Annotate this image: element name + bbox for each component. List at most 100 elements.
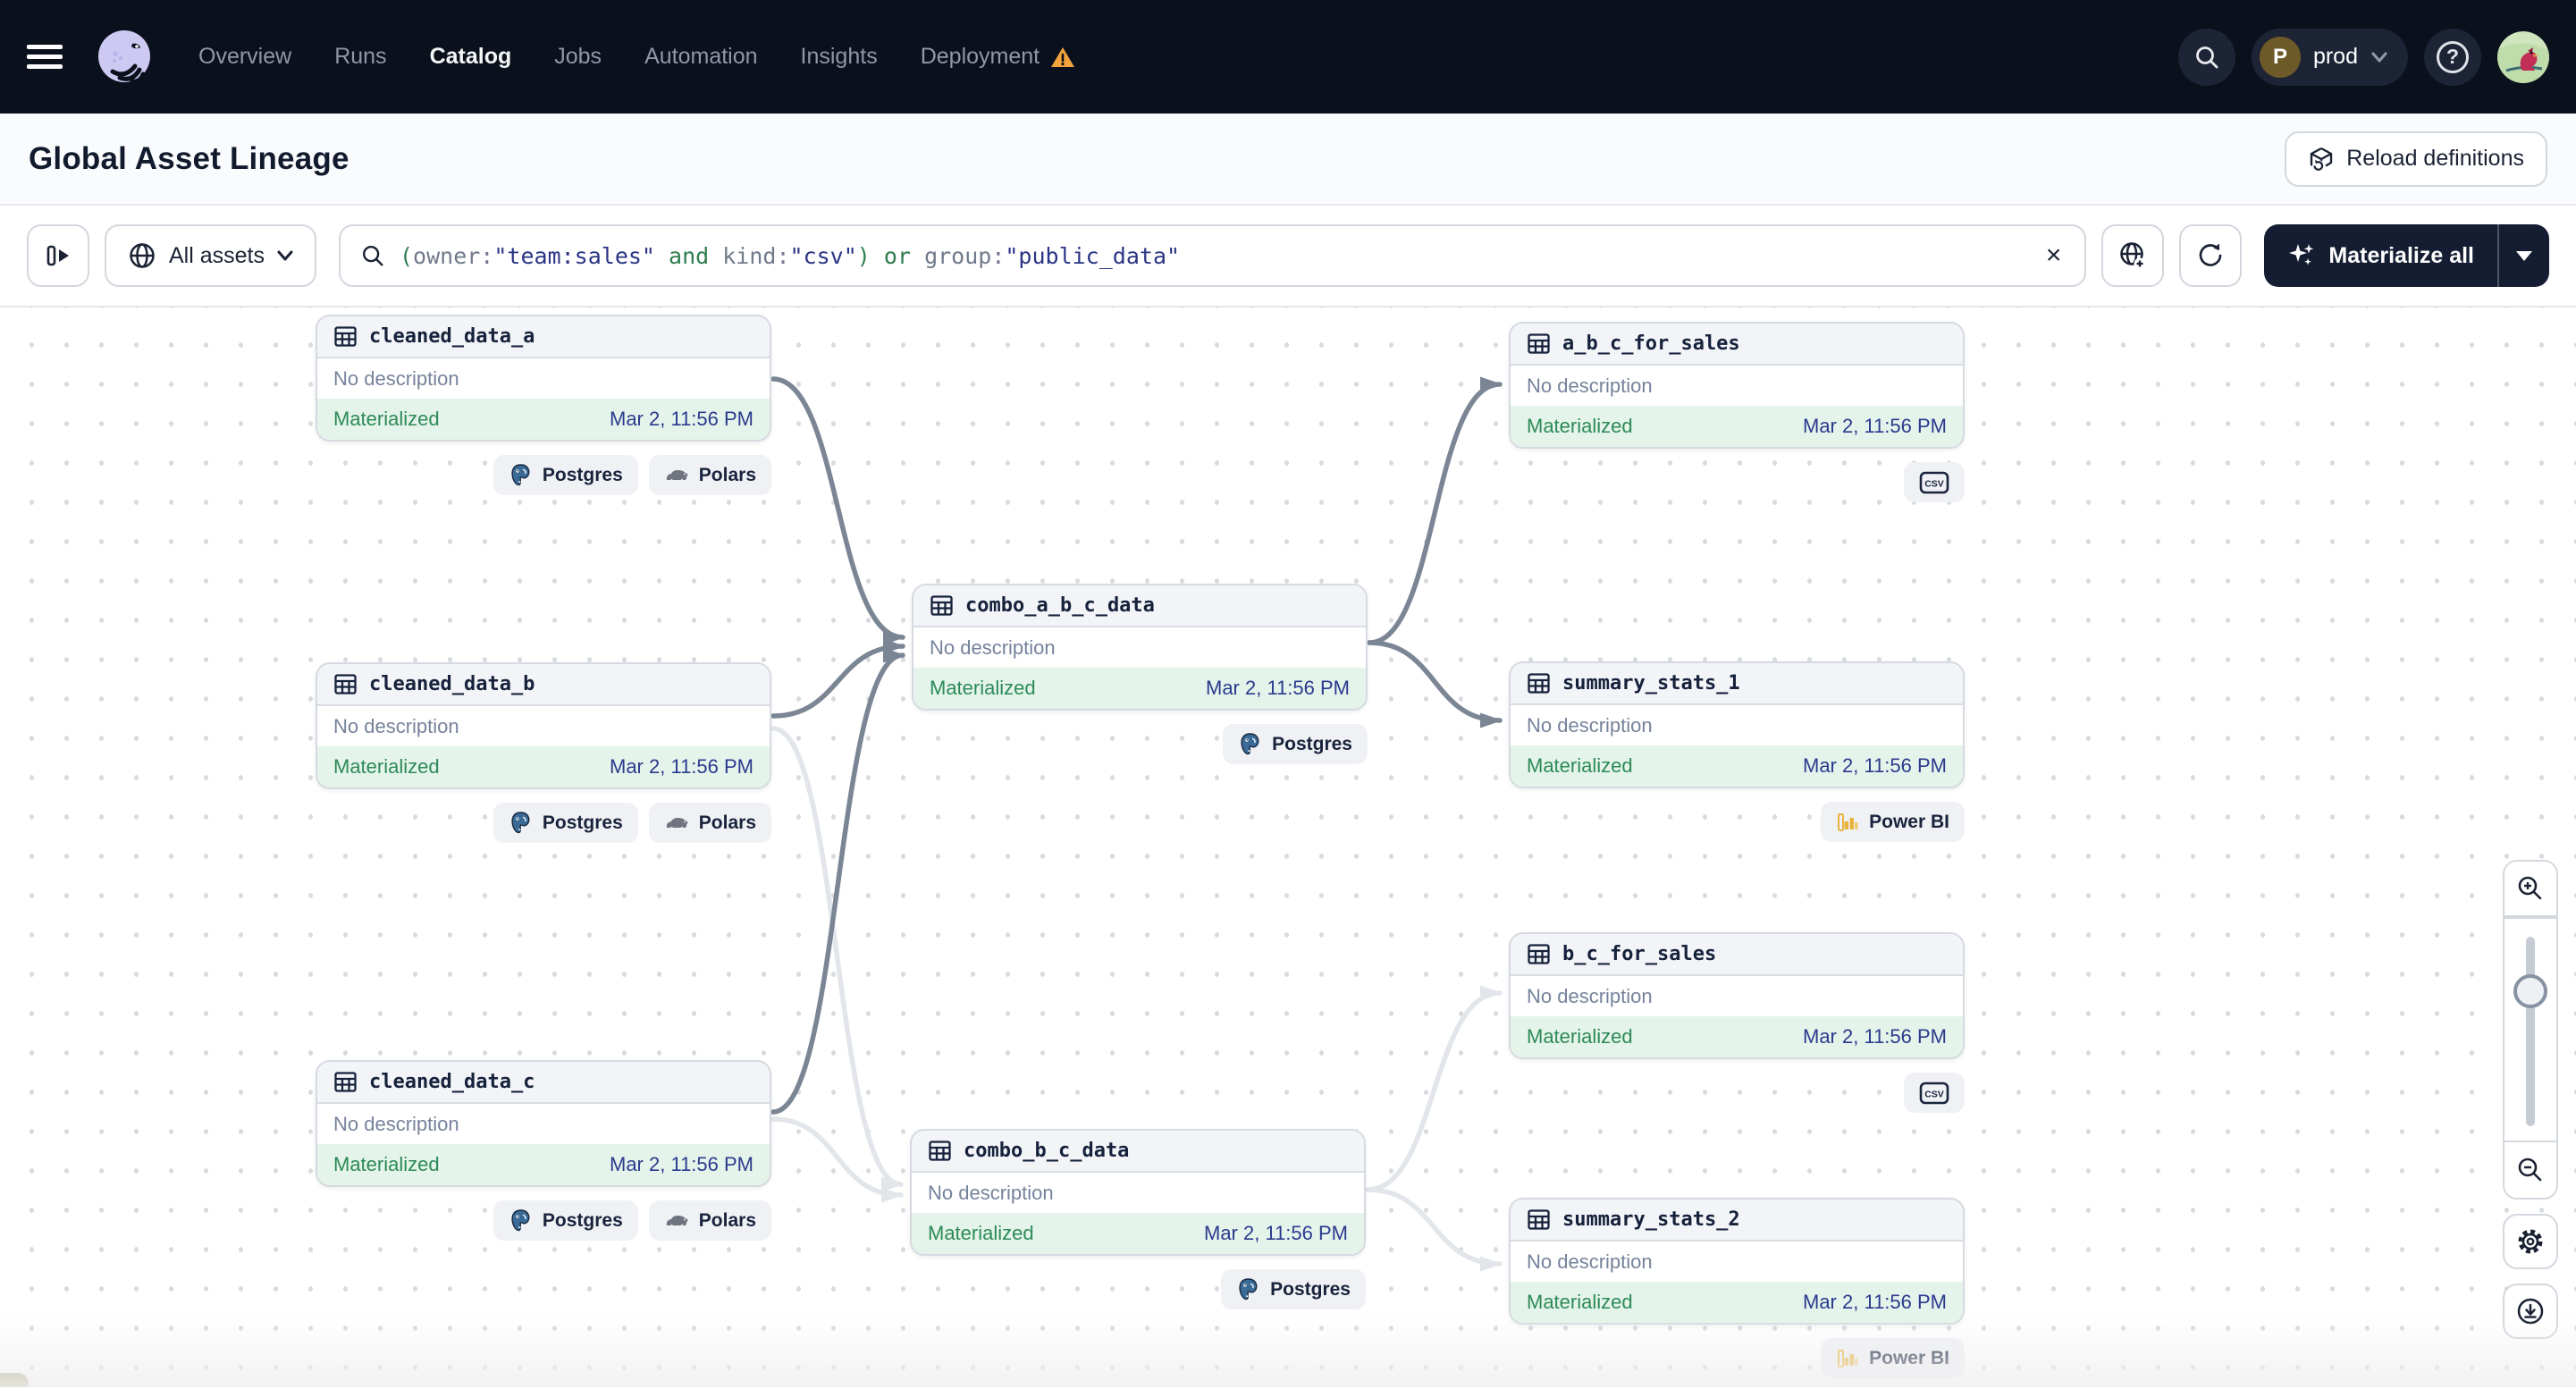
asset-timestamp: Mar 2, 11:56 PM bbox=[1204, 1222, 1348, 1244]
asset-scope-dropdown[interactable]: All assets bbox=[105, 224, 316, 287]
tag-postgres[interactable]: Postgres bbox=[1223, 724, 1368, 764]
asset-name: cleaned_data_a bbox=[369, 325, 535, 348]
globe-icon bbox=[130, 243, 155, 268]
asset-node-combo_b_c_data: combo_b_c_data No description Materialized… bbox=[910, 1129, 1366, 1309]
minimap-corner bbox=[0, 1373, 29, 1387]
edge-cleaned_data_b-to-combo_a_b_c_data bbox=[770, 638, 905, 719]
tag-csv[interactable]: CSV bbox=[1904, 462, 1965, 502]
asset-description: No description bbox=[333, 366, 459, 390]
asset-timestamp: Mar 2, 11:56 PM bbox=[1206, 677, 1350, 699]
search-icon bbox=[362, 245, 383, 266]
chevron-down-icon bbox=[277, 250, 293, 261]
table-icon bbox=[1528, 1209, 1550, 1230]
global-graph-button[interactable] bbox=[2101, 224, 2165, 287]
nav-item-automation[interactable]: Automation bbox=[644, 44, 757, 70]
deployment-switcher[interactable]: P prod bbox=[2251, 28, 2408, 86]
lineage-canvas[interactable]: cleaned_data_a No description Materialized… bbox=[0, 307, 2576, 1387]
powerbi-icon bbox=[1838, 812, 1858, 831]
asset-name: cleaned_data_b bbox=[369, 673, 535, 695]
warning-icon bbox=[1051, 46, 1075, 67]
asset-node-b_c_for_sales: b_c_for_sales No description Materialized M… bbox=[1509, 932, 1965, 1113]
tag-polars[interactable]: Polars bbox=[648, 1200, 771, 1241]
view-tools bbox=[2503, 860, 2558, 1339]
search-button[interactable] bbox=[2177, 28, 2235, 86]
asset-status: Materialized bbox=[928, 1222, 1034, 1244]
asset-description: No description bbox=[333, 1112, 459, 1135]
dagster-logo-icon[interactable] bbox=[93, 26, 156, 88]
tag-postgres[interactable]: Postgres bbox=[492, 1200, 638, 1241]
materialize-all-button[interactable]: Materialize all bbox=[2264, 224, 2497, 287]
lineage-toolbar: All assets (owner:"team:sales" and kind:… bbox=[0, 206, 2576, 307]
asset-card[interactable]: cleaned_data_b No description Materialized… bbox=[316, 662, 771, 789]
edge-cleaned_data_b-to-combo_b_c_data bbox=[770, 726, 904, 1192]
tag-csv[interactable]: CSV bbox=[1904, 1073, 1965, 1113]
powerbi-icon bbox=[1838, 1349, 1858, 1368]
asset-status: Materialized bbox=[1527, 415, 1633, 437]
download-graph-button[interactable] bbox=[2503, 1284, 2558, 1339]
user-avatar[interactable] bbox=[2497, 30, 2549, 83]
nav-item-overview[interactable]: Overview bbox=[198, 44, 291, 70]
reload-definitions-button[interactable]: Reload definitions bbox=[2285, 130, 2547, 187]
tag-postgres[interactable]: Postgres bbox=[1221, 1269, 1366, 1309]
refresh-button[interactable] bbox=[2179, 224, 2243, 287]
nav-item-jobs[interactable]: Jobs bbox=[554, 44, 602, 70]
zoom-out-button[interactable] bbox=[2504, 1142, 2556, 1198]
help-button[interactable]: ? bbox=[2424, 28, 2481, 86]
gear-icon bbox=[2518, 1229, 2543, 1254]
asset-header: cleaned_data_b bbox=[317, 664, 770, 706]
zoom-slider-thumb[interactable] bbox=[2513, 974, 2547, 1008]
asset-name: summary_stats_1 bbox=[1562, 672, 1740, 694]
asset-card[interactable]: cleaned_data_c No description Materialized… bbox=[316, 1060, 771, 1187]
nav-item-catalog[interactable]: Catalog bbox=[430, 44, 512, 70]
tag-polars[interactable]: Polars bbox=[648, 803, 771, 843]
asset-card[interactable]: combo_a_b_c_data No description Materializ… bbox=[912, 584, 1368, 711]
asset-node-cleaned_data_b: cleaned_data_b No description Materialized… bbox=[316, 662, 771, 843]
asset-card[interactable]: cleaned_data_a No description Materialized… bbox=[316, 315, 771, 442]
asset-status-bar: Materialized Mar 2, 11:56 PM bbox=[913, 668, 1366, 709]
asset-description: No description bbox=[333, 714, 459, 737]
open-panel-button[interactable] bbox=[27, 224, 89, 287]
asset-node-cleaned_data_c: cleaned_data_c No description Materialized… bbox=[316, 1060, 771, 1241]
asset-tags: Postgres bbox=[910, 1269, 1366, 1309]
top-nav: Overview Runs Catalog Jobs Automation Insight… bbox=[0, 0, 2576, 114]
asset-tags: Postgres Polars bbox=[316, 803, 771, 843]
zoom-slider[interactable] bbox=[2504, 917, 2556, 1142]
tag-polars[interactable]: Polars bbox=[648, 455, 771, 495]
clear-filter-button[interactable]: × bbox=[2042, 242, 2066, 269]
download-icon bbox=[2517, 1298, 2544, 1325]
asset-filter-input[interactable]: (owner:"team:sales" and kind:"csv") or g… bbox=[338, 224, 2087, 287]
postgres-icon bbox=[511, 1209, 530, 1232]
tag-powerbi[interactable]: Power BI bbox=[1821, 1338, 1965, 1378]
graph-settings-button[interactable] bbox=[2503, 1214, 2558, 1269]
materialize-options-button[interactable] bbox=[2497, 224, 2549, 287]
zoom-slider-track[interactable] bbox=[2526, 937, 2535, 1126]
zoom-in-button[interactable] bbox=[2504, 862, 2556, 917]
table-icon bbox=[334, 1072, 357, 1092]
asset-card[interactable]: summary_stats_2 No description Materialize… bbox=[1509, 1198, 1965, 1325]
tag-postgres[interactable]: Postgres bbox=[492, 455, 638, 495]
asset-card[interactable]: a_b_c_for_sales No description Materialize… bbox=[1509, 322, 1965, 449]
tag-postgres[interactable]: Postgres bbox=[492, 803, 638, 843]
edge-combo_a_b_c_data-to-summary_stats_1 bbox=[1367, 640, 1503, 728]
asset-card[interactable]: summary_stats_1 No description Materialize… bbox=[1509, 661, 1965, 788]
asset-timestamp: Mar 2, 11:56 PM bbox=[610, 408, 753, 430]
svg-text:CSV: CSV bbox=[1924, 1089, 1944, 1099]
postgres-icon bbox=[511, 812, 530, 834]
nav-item-insights[interactable]: Insights bbox=[801, 44, 878, 70]
reload-cube-icon bbox=[2311, 147, 2333, 172]
asset-name: combo_b_c_data bbox=[964, 1140, 1130, 1162]
asset-timestamp: Mar 2, 11:56 PM bbox=[1803, 415, 1947, 437]
tag-powerbi[interactable]: Power BI bbox=[1821, 802, 1965, 842]
asset-card[interactable]: combo_b_c_data No description Materialized… bbox=[910, 1129, 1366, 1256]
menu-icon[interactable] bbox=[27, 45, 63, 69]
nav-item-deployment[interactable]: Deployment bbox=[921, 44, 1075, 70]
asset-card[interactable]: b_c_for_sales No description Materialized M… bbox=[1509, 932, 1965, 1059]
asset-status: Materialized bbox=[1527, 1025, 1633, 1048]
asset-status-bar: Materialized Mar 2, 11:56 PM bbox=[1511, 1016, 1963, 1057]
asset-status-bar: Materialized Mar 2, 11:56 PM bbox=[1511, 1282, 1963, 1323]
asset-description: No description bbox=[1527, 984, 1653, 1007]
nav-item-runs[interactable]: Runs bbox=[334, 44, 386, 70]
asset-tags: CSV bbox=[1509, 1073, 1965, 1113]
refresh-icon bbox=[2200, 243, 2222, 266]
asset-timestamp: Mar 2, 11:56 PM bbox=[1803, 1025, 1947, 1048]
